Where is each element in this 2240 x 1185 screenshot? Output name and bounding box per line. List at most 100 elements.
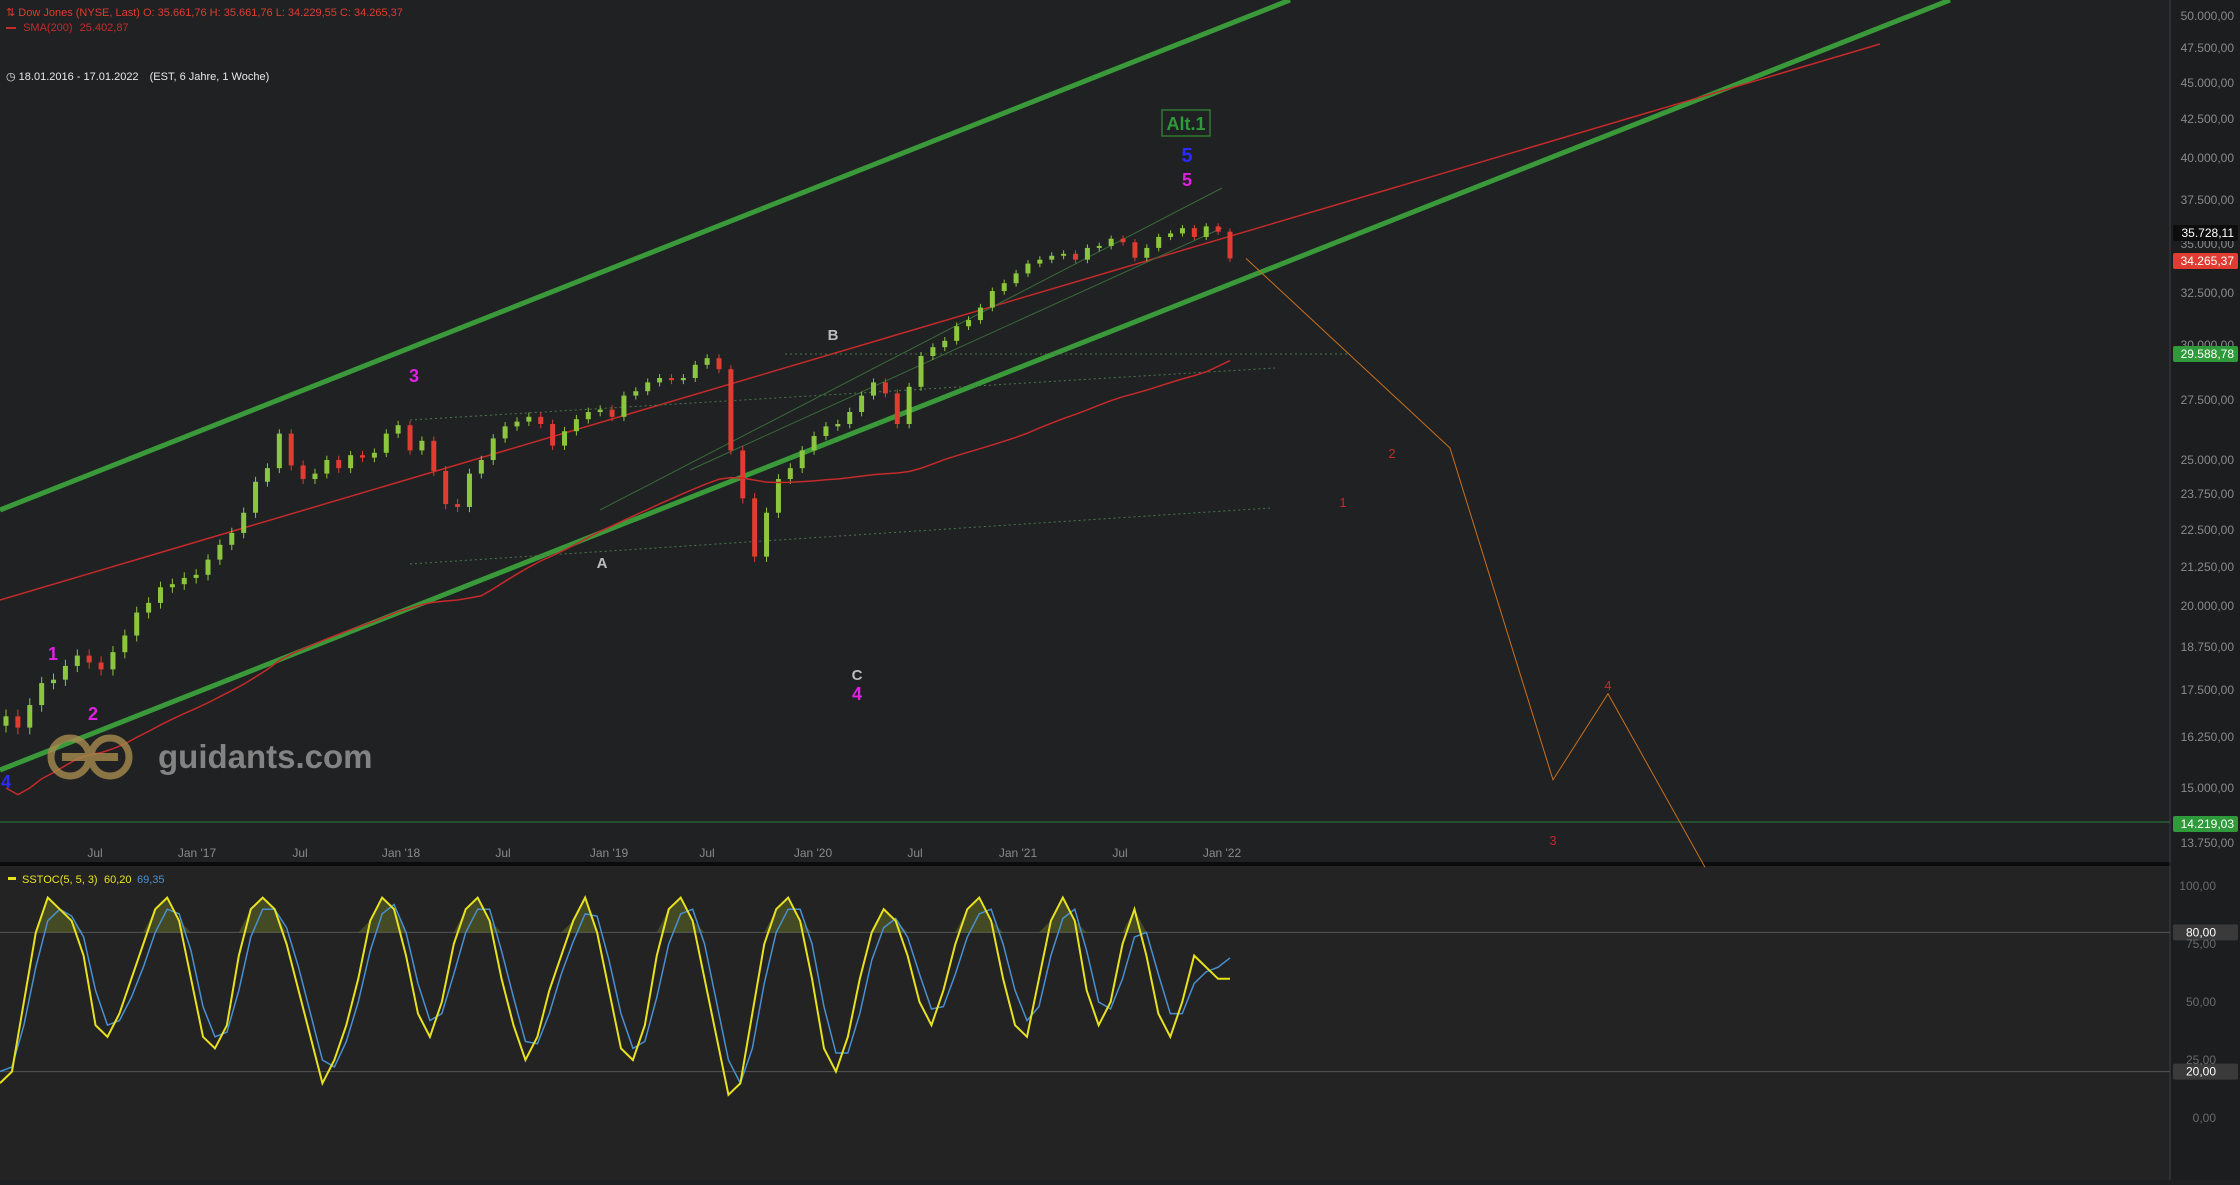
candle-body [859, 395, 865, 412]
price-axis-tick: 27.500,00 [2181, 393, 2235, 407]
price-axis-tick: 16.250,00 [2181, 730, 2235, 744]
candle-body [680, 378, 686, 381]
candle-body [621, 395, 627, 417]
candle-body [157, 587, 163, 603]
candle-body [312, 473, 318, 480]
price-axis-tick: 50.000,00 [2181, 9, 2235, 23]
candle-body [241, 512, 247, 533]
candle-body [728, 369, 734, 451]
instrument-header: ⇅ Dow Jones (NYSE, Last) O: 35.661,76 H:… [6, 6, 403, 19]
range-info: (EST, 6 Jahre, 1 Woche) [149, 71, 270, 83]
candle-body [490, 438, 496, 460]
candle-body [122, 635, 128, 653]
candle-body [740, 450, 746, 499]
stoch-k-value: 60,20 [104, 874, 132, 886]
candle-body [811, 436, 817, 451]
candle-body [276, 433, 282, 469]
candle-body [835, 424, 841, 427]
time-axis-tick: Jul [292, 846, 307, 860]
wave-label: 2 [88, 704, 98, 724]
instrument-icon: ⇅ [6, 7, 16, 19]
candle-body [1203, 226, 1209, 237]
time-axis-tick: Jul [907, 846, 922, 860]
candle-body [977, 307, 983, 321]
candle-body [15, 716, 21, 728]
price-axis-tick: 25.000,00 [2181, 453, 2235, 467]
price-axis-tick: 21.250,00 [2181, 560, 2235, 574]
candle-body [134, 612, 140, 636]
candle-body [146, 602, 152, 613]
price-tag-label: 35.728,11 [2182, 226, 2235, 240]
price-tag-label: 29.588,78 [2181, 347, 2235, 361]
candle-body [1132, 242, 1138, 258]
candle-body [668, 378, 674, 381]
candle-body [336, 460, 342, 469]
candle-body [906, 386, 912, 424]
candle-body [371, 452, 377, 458]
candle-body [692, 364, 698, 378]
wave-label: 1 [48, 644, 58, 664]
candle-body [1084, 247, 1090, 260]
candle-body [716, 358, 722, 370]
alt-label: Alt.1 [1166, 114, 1205, 134]
candle-body [1191, 228, 1197, 237]
candle-body [585, 412, 591, 420]
time-axis-tick: Jul [699, 846, 714, 860]
price-axis-tick: 47.500,00 [2181, 41, 2235, 55]
candle-body [62, 665, 68, 680]
candle-body [752, 498, 758, 557]
sma-header: SMA(200) 25.402,87 [6, 22, 129, 34]
price-axis-tick: 42.500,00 [2181, 112, 2235, 126]
candle-body [407, 425, 413, 451]
wave-label: 4 [852, 684, 862, 704]
candle-body [775, 479, 781, 513]
candle-body [1037, 259, 1043, 264]
candle-body [288, 433, 294, 466]
candle-body [1013, 273, 1019, 284]
stoch-axis-tick: 25,00 [2186, 1053, 2216, 1067]
time-axis-tick: Jul [495, 846, 510, 860]
price-axis-tick: 40.000,00 [2181, 151, 2235, 165]
candle-body [39, 683, 45, 706]
date-range: 18.01.2016 - 17.01.2022 [18, 71, 139, 83]
candle-body [264, 468, 270, 482]
candle-body [550, 424, 556, 446]
candle-body [823, 426, 829, 436]
candle-body [110, 652, 116, 670]
price-tag-label: 14.219,03 [2181, 817, 2235, 831]
price-axis-tick: 23.750,00 [2181, 487, 2235, 501]
chart-area[interactable]: 50.000,00 47.500,00 45.000,00 42.500,00 40.0… [0, 0, 2240, 1180]
price-chart-svg[interactable]: 50.000,00 47.500,00 45.000,00 42.500,00 40.0… [0, 0, 2240, 1180]
candle-body [882, 382, 888, 394]
time-axis-tick: Jan '21 [999, 846, 1038, 860]
candle-body [538, 416, 544, 424]
candle-body [181, 577, 187, 585]
wave-label: B [828, 327, 839, 344]
time-axis-tick: Jul [1112, 846, 1127, 860]
candle-body [502, 426, 508, 439]
candle-body [989, 291, 995, 308]
candle-body [455, 504, 461, 507]
candle-body [1156, 236, 1162, 248]
candle-body [1001, 283, 1007, 292]
candle-body [395, 425, 401, 434]
candle-body [918, 356, 924, 387]
candle-body [1168, 233, 1174, 237]
candle-body [799, 450, 805, 469]
candle-body [217, 544, 223, 560]
candle-body [562, 431, 568, 446]
candle-body [51, 679, 57, 684]
stoch-axis-tick: 75,00 [2186, 937, 2216, 951]
time-axis-tick: Jan '17 [178, 846, 217, 860]
stoch-d-value: 69,35 [137, 874, 165, 886]
candle-body [1108, 238, 1114, 246]
projection-label: 3 [1549, 833, 1556, 848]
time-axis-tick: Jan '20 [794, 846, 833, 860]
wave-label: C [852, 667, 863, 684]
candle-body [383, 433, 389, 453]
candle-body [966, 320, 972, 327]
candle-body [478, 460, 484, 474]
candle-body [1227, 231, 1233, 259]
time-axis-tick: Jan '19 [590, 846, 629, 860]
candle-body [942, 340, 948, 348]
